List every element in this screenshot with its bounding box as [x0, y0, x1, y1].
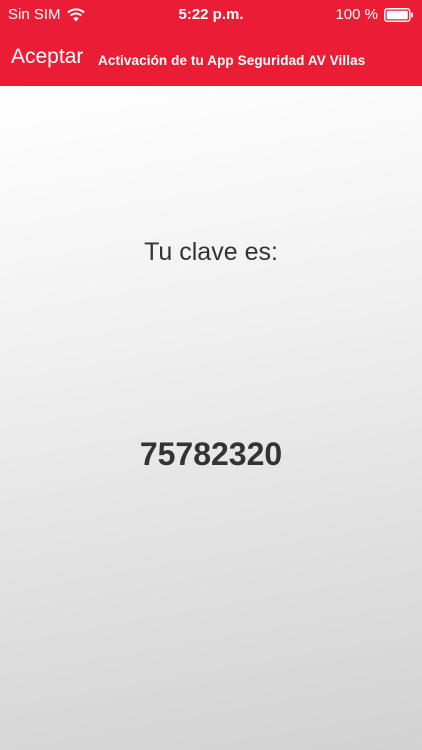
activation-code: 75782320 — [139, 436, 283, 472]
navigation-bar: Aceptar Activación de tu App Seguridad A… — [0, 30, 422, 86]
status-battery: 100 % — [335, 6, 414, 24]
nav-title: Activación de tu App Seguridad AV Villas — [98, 53, 366, 68]
app-header: Sin SIM 5:22 p.m. 100 % Aceptar Activaci… — [0, 0, 422, 86]
main-content: Tu clave es: 75782320 — [0, 86, 422, 750]
key-prompt-label: Tu clave es: — [144, 238, 278, 266]
status-bar: Sin SIM 5:22 p.m. 100 % — [0, 0, 422, 30]
accept-button[interactable]: Aceptar — [11, 44, 83, 70]
battery-percent: 100 % — [335, 6, 378, 23]
battery-full-icon — [384, 8, 414, 22]
